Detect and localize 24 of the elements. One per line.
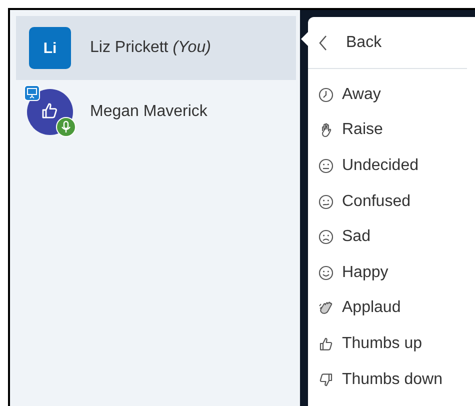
menu-item[interactable]: Raise bbox=[308, 112, 475, 148]
participant-row[interactable]: Li Liz Prickett (You) bbox=[16, 16, 296, 80]
neutral-icon bbox=[318, 158, 334, 174]
sad-icon bbox=[318, 229, 334, 246]
happy-icon bbox=[318, 264, 334, 281]
confused-icon bbox=[318, 194, 334, 210]
menu-item[interactable]: Thumbs down bbox=[308, 362, 475, 398]
menu-item[interactable]: Happy bbox=[308, 254, 475, 291]
menu-item[interactable]: Applaud bbox=[308, 290, 475, 326]
participant-name: Liz Prickett (You) bbox=[90, 39, 211, 57]
menu-item[interactable]: Sad bbox=[308, 219, 475, 255]
clock-icon bbox=[318, 86, 334, 103]
menu-item[interactable]: Thumbs up bbox=[308, 326, 475, 362]
chevron-left-icon bbox=[318, 34, 328, 50]
thumbs-up-icon bbox=[318, 336, 334, 352]
menu-item[interactable]: Undecided bbox=[308, 148, 475, 184]
participant-row[interactable]: Megan Maverick bbox=[16, 80, 296, 144]
back-button[interactable]: Back bbox=[308, 17, 467, 69]
thumbs-down-icon bbox=[318, 372, 334, 388]
participant-name: Megan Maverick bbox=[90, 103, 208, 121]
applaud-icon bbox=[318, 300, 334, 316]
avatar: Li bbox=[29, 27, 71, 69]
menu-item[interactable]: Confused bbox=[308, 184, 475, 220]
menu-item[interactable]: Away bbox=[308, 77, 475, 113]
